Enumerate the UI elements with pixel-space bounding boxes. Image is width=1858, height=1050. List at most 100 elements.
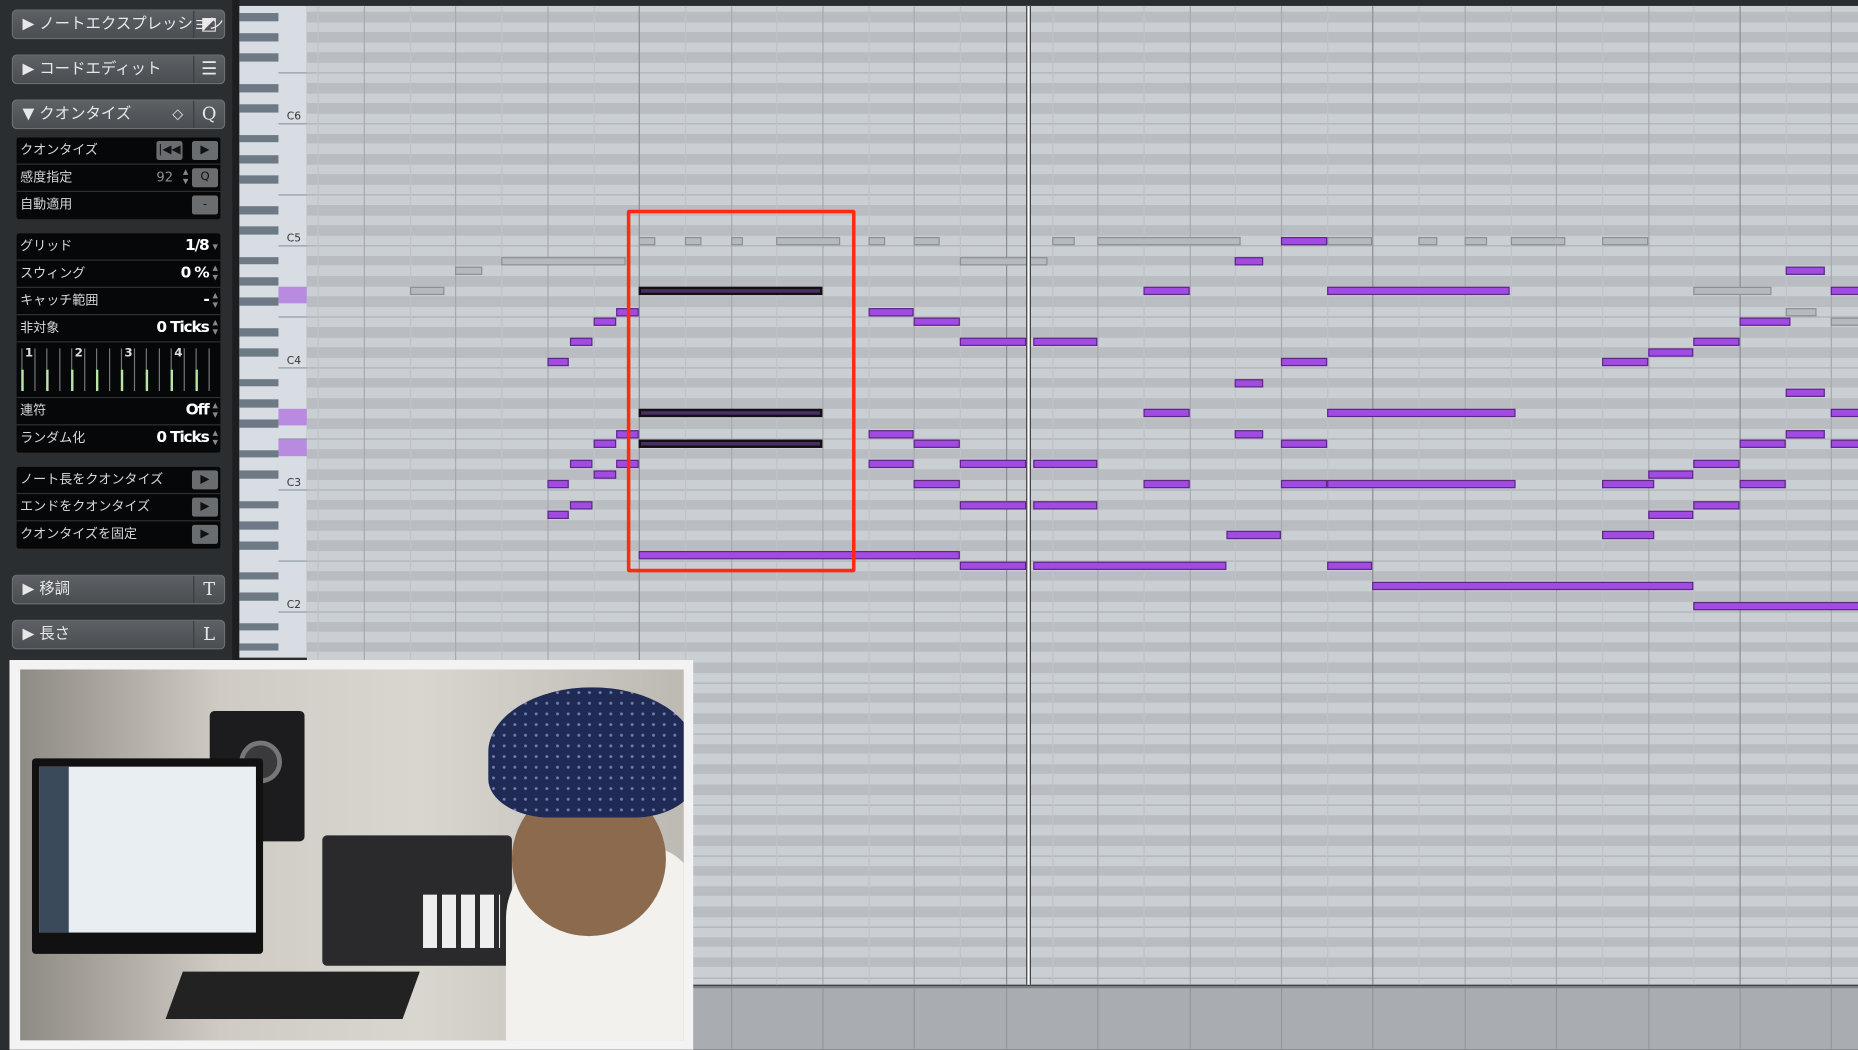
other-track-note[interactable] bbox=[409, 287, 445, 296]
tuplet-value[interactable]: Off bbox=[186, 398, 210, 424]
midi-note[interactable] bbox=[914, 439, 960, 449]
auto-apply-toggle[interactable]: - bbox=[191, 195, 219, 215]
grid-select[interactable]: 1/8 bbox=[185, 233, 210, 259]
swing-value[interactable]: 0 % bbox=[181, 261, 210, 287]
midi-note[interactable] bbox=[1739, 439, 1786, 449]
midi-note[interactable] bbox=[1326, 409, 1516, 418]
quantize-grid-display[interactable]: 1 2 3 4 bbox=[16, 344, 221, 399]
sensitivity-q-button[interactable]: Q bbox=[191, 168, 219, 188]
other-track-note[interactable] bbox=[1051, 236, 1075, 245]
black-key[interactable] bbox=[239, 155, 279, 164]
swing-spinner[interactable]: ▲ ▼ bbox=[213, 264, 218, 283]
black-key[interactable] bbox=[239, 134, 279, 143]
playhead-cursor[interactable] bbox=[1026, 5, 1031, 985]
sensitivity-value[interactable]: 92 bbox=[156, 165, 173, 191]
black-key[interactable] bbox=[239, 399, 279, 408]
black-key[interactable] bbox=[239, 297, 279, 306]
midi-note[interactable] bbox=[1785, 429, 1825, 438]
other-track-note[interactable] bbox=[1831, 317, 1858, 327]
midi-note[interactable] bbox=[868, 429, 915, 438]
note-expression-section-header[interactable]: ▶ ノートエクスプレッション ◩ bbox=[11, 9, 226, 40]
sensitivity-spinner[interactable]: ▲ ▼ bbox=[183, 168, 188, 187]
black-key[interactable] bbox=[239, 12, 279, 21]
black-key[interactable] bbox=[239, 328, 279, 336]
black-key[interactable] bbox=[239, 643, 279, 652]
black-key[interactable] bbox=[239, 256, 279, 265]
black-key[interactable] bbox=[239, 592, 279, 601]
black-key[interactable] bbox=[239, 33, 279, 42]
midi-note[interactable] bbox=[570, 338, 594, 347]
black-key[interactable] bbox=[239, 470, 279, 479]
black-key[interactable] bbox=[239, 419, 279, 428]
midi-note[interactable] bbox=[1033, 561, 1226, 571]
midi-note[interactable] bbox=[1143, 480, 1190, 489]
midi-note[interactable] bbox=[1785, 266, 1825, 276]
midi-note[interactable] bbox=[959, 561, 1026, 571]
black-key[interactable] bbox=[239, 175, 279, 184]
other-track-note[interactable] bbox=[1693, 287, 1772, 296]
other-track-note[interactable] bbox=[1418, 236, 1437, 245]
midi-note[interactable] bbox=[1739, 480, 1786, 489]
midi-note[interactable] bbox=[1143, 287, 1190, 296]
other-track-note[interactable] bbox=[1326, 236, 1373, 245]
chord-icon[interactable]: ☰ bbox=[193, 55, 224, 83]
controller-lane[interactable] bbox=[692, 985, 1858, 1050]
freeze-quantize-button[interactable]: ▶ bbox=[191, 524, 219, 544]
midi-note[interactable] bbox=[1831, 287, 1858, 296]
midi-note[interactable] bbox=[868, 460, 915, 469]
black-key[interactable] bbox=[239, 450, 279, 458]
midi-note[interactable] bbox=[1280, 480, 1327, 489]
catch-range-spinner[interactable]: ▲ ▼ bbox=[213, 291, 218, 310]
black-key[interactable] bbox=[239, 53, 279, 62]
midi-note[interactable] bbox=[959, 460, 1026, 469]
other-track-note[interactable] bbox=[1097, 236, 1241, 245]
black-key[interactable] bbox=[239, 226, 279, 235]
midi-note[interactable] bbox=[914, 317, 960, 327]
midi-note[interactable] bbox=[1280, 439, 1327, 449]
quantize-reset-button[interactable]: |◀◀ bbox=[156, 141, 183, 160]
tuplet-spinner[interactable]: ▲ ▼ bbox=[213, 402, 218, 421]
midi-note[interactable] bbox=[959, 338, 1026, 347]
transpose-section-header[interactable]: ▶ 移調 T bbox=[11, 574, 226, 605]
midi-note[interactable] bbox=[1647, 470, 1694, 479]
midi-note[interactable] bbox=[1693, 338, 1740, 347]
other-track-note[interactable] bbox=[501, 256, 627, 266]
midi-note[interactable] bbox=[1693, 602, 1858, 611]
black-key[interactable] bbox=[239, 572, 279, 580]
midi-note[interactable] bbox=[868, 307, 915, 316]
randomize-value[interactable]: 0 Ticks bbox=[156, 425, 209, 451]
chord-edit-section-header[interactable]: ▶ コードエディット ☰ bbox=[11, 54, 226, 85]
midi-note[interactable] bbox=[1326, 480, 1516, 489]
midi-note[interactable] bbox=[1235, 378, 1263, 388]
quantize-apply-button[interactable]: ▶ bbox=[191, 141, 219, 160]
black-key[interactable] bbox=[239, 378, 279, 387]
other-track-note[interactable] bbox=[1601, 236, 1648, 245]
midi-note[interactable] bbox=[914, 480, 960, 489]
length-section-header[interactable]: ▶ 長さ L bbox=[11, 619, 226, 650]
midi-note[interactable] bbox=[959, 500, 1026, 510]
midi-note[interactable] bbox=[1326, 287, 1511, 296]
expression-icon[interactable]: ◩ bbox=[193, 10, 224, 38]
midi-note[interactable] bbox=[593, 470, 616, 479]
catch-range-value[interactable]: - bbox=[203, 288, 210, 314]
midi-note[interactable] bbox=[1280, 236, 1327, 245]
black-key[interactable] bbox=[239, 521, 279, 530]
midi-note[interactable] bbox=[1785, 388, 1825, 398]
midi-note[interactable] bbox=[1235, 256, 1263, 266]
chevron-down-icon[interactable]: ▼ bbox=[213, 243, 218, 252]
midi-note[interactable] bbox=[1831, 409, 1858, 418]
midi-note[interactable] bbox=[1326, 561, 1373, 571]
other-track-note[interactable] bbox=[1464, 236, 1488, 245]
midi-note[interactable] bbox=[547, 358, 569, 367]
midi-note[interactable] bbox=[1739, 317, 1790, 327]
other-track-note[interactable] bbox=[868, 236, 885, 245]
midi-note[interactable] bbox=[1831, 439, 1858, 449]
midi-note[interactable] bbox=[1235, 429, 1263, 438]
other-track-note[interactable] bbox=[959, 256, 1048, 266]
midi-note[interactable] bbox=[1143, 409, 1190, 418]
midi-note[interactable] bbox=[547, 480, 569, 489]
black-key[interactable] bbox=[239, 206, 279, 214]
black-key[interactable] bbox=[239, 104, 279, 113]
midi-note[interactable] bbox=[1033, 460, 1098, 469]
midi-note[interactable] bbox=[1601, 531, 1655, 540]
